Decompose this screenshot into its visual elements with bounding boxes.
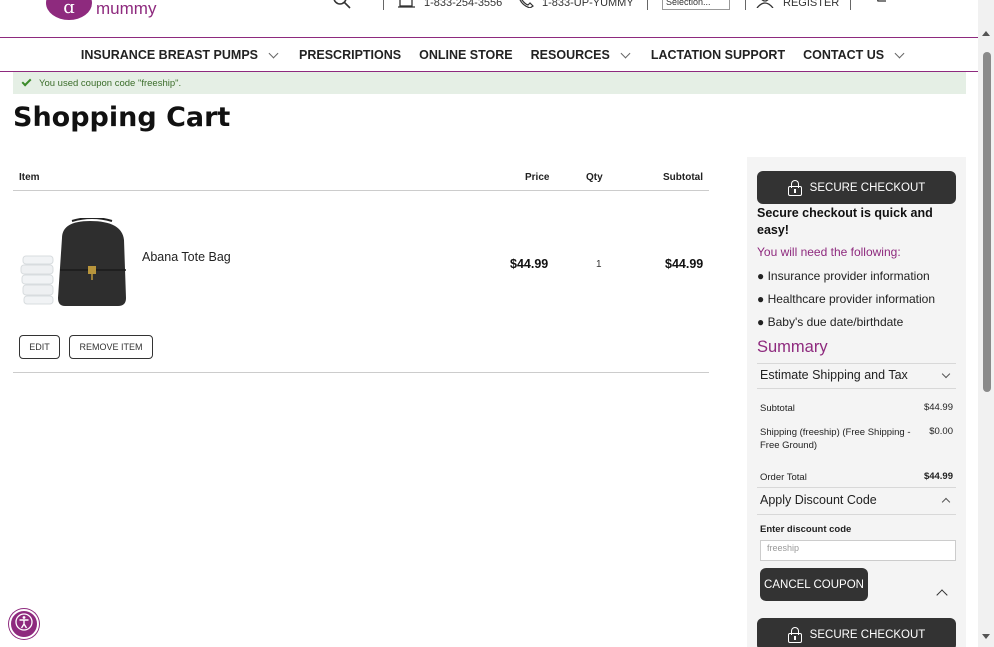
remove-item-button[interactable]: REMOVE ITEM [69, 335, 153, 359]
chevron-down-icon [894, 48, 905, 58]
requirements-heading: You will need the following: [757, 245, 901, 259]
nav-resources[interactable]: RESOURCES [531, 48, 633, 62]
nav-label: INSURANCE BREAST PUMPS [80, 47, 258, 62]
nav-label: RESOURCES [530, 47, 610, 62]
phone-alt-link[interactable]: 1-833-UP-YUMMY [518, 0, 634, 11]
product-image[interactable] [20, 217, 128, 310]
user-icon [755, 0, 775, 11]
secure-checkout-label: SECURE CHECKOUT [809, 181, 926, 194]
divider [850, 0, 851, 10]
requirement-item: ● Insurance provider information [757, 269, 930, 283]
secure-checkout-button-bottom[interactable]: SECURE CHECKOUT [757, 618, 956, 647]
phone-number: 1-833-254-3556 [424, 0, 503, 9]
edit-button[interactable]: EDIT [19, 335, 60, 359]
scroll-down-icon[interactable] [982, 634, 990, 639]
nav-contact-us[interactable]: CONTACT US [803, 48, 907, 62]
subtotal-label: Subtotal [760, 403, 795, 414]
success-message-text: You used coupon code "freeship". [39, 77, 182, 89]
shipping-value: $0.00 [929, 426, 953, 437]
summary-divider [757, 388, 956, 389]
logo[interactable]: ɑ mummy [46, 0, 156, 20]
top-header: ɑ mummy 1-833-254-3556 1-833-UP-YUMMY Se… [0, 0, 978, 38]
secure-checkout-label: SECURE CHECKOUT [809, 628, 926, 641]
register-label: REGISTER [783, 0, 840, 9]
summary-divider [757, 363, 956, 364]
secure-checkout-button[interactable]: SECURE CHECKOUT [757, 171, 956, 204]
nav-label: PRESCRIPTIONS [299, 47, 402, 62]
logo-text: mummy [96, 0, 157, 18]
divider [745, 0, 746, 10]
estimate-shipping-toggle[interactable]: Estimate Shipping and Tax [760, 368, 908, 382]
column-header-subtotal: Subtotal [663, 172, 703, 183]
requirement-text: Baby's due date/birthdate [767, 315, 904, 329]
lock-icon [787, 179, 802, 196]
chevron-down-icon [268, 48, 279, 58]
search-icon[interactable] [332, 0, 352, 14]
divider [383, 0, 384, 10]
column-header-qty: Qty [586, 172, 603, 183]
subtotal-value: $44.99 [923, 402, 953, 413]
page-title: Shopping Cart [13, 102, 231, 133]
product-name[interactable]: Abana Tote Bag [142, 250, 231, 264]
discount-code-input[interactable]: freeship [760, 540, 956, 561]
column-header-item: Item [19, 172, 40, 183]
requirement-item: ● Healthcare provider information [757, 292, 936, 306]
order-total-value: $44.99 [923, 471, 953, 482]
register-link[interactable]: REGISTER [755, 0, 839, 11]
requirement-item: ● Baby's due date/birthdate [757, 315, 904, 329]
nav-insurance-breast-pumps[interactable]: INSURANCE BREAST PUMPS [81, 48, 281, 62]
scrollbar-thumb[interactable] [983, 52, 991, 392]
cart-link[interactable] [872, 0, 894, 9]
nav-label: CONTACT US [803, 47, 885, 62]
chevron-down-icon [620, 48, 631, 58]
checkmark-icon [21, 76, 32, 87]
nav-online-store[interactable]: ONLINE STORE [419, 48, 513, 62]
order-total-label: Order Total [760, 472, 807, 483]
accessibility-button[interactable] [9, 609, 39, 639]
language-select[interactable]: Selection... [662, 0, 730, 10]
product-subtotal: $44.99 [665, 257, 704, 271]
nav-lactation-support[interactable]: LACTATION SUPPORT [651, 48, 785, 62]
nav-prescriptions[interactable]: PRESCRIPTIONS [299, 48, 401, 62]
success-message: You used coupon code "freeship". [13, 72, 966, 94]
table-divider [13, 372, 709, 373]
phone-link[interactable]: 1-833-254-3556 [398, 0, 502, 11]
nav-label: LACTATION SUPPORT [650, 47, 786, 62]
table-divider [13, 190, 709, 191]
main-nav: INSURANCE BREAST PUMPS PRESCRIPTIONS ONL… [0, 38, 978, 71]
checkout-info-heading: Secure checkout is quick and easy! [757, 206, 933, 237]
logo-mark: ɑ [46, 0, 92, 20]
apply-discount-toggle[interactable]: Apply Discount Code [760, 493, 877, 507]
cancel-coupon-button[interactable]: CANCEL COUPON [760, 568, 868, 601]
column-header-price: Price [525, 172, 550, 183]
quantity-input[interactable]: 1 [596, 259, 602, 270]
phone-number-alt: 1-833-UP-YUMMY [542, 0, 634, 9]
fax-icon [398, 0, 416, 11]
product-price: $44.99 [510, 257, 549, 271]
phone-icon [518, 0, 534, 11]
summary-divider [757, 487, 956, 488]
requirement-text: Insurance provider information [767, 269, 930, 283]
shipping-label: Shipping (freeship) (Free Shipping - Fre… [760, 427, 911, 451]
accessibility-icon [15, 613, 33, 635]
lock-icon [787, 626, 802, 643]
divider [647, 0, 648, 10]
discount-code-label: Enter discount code [760, 524, 852, 535]
nav-label: ONLINE STORE [419, 47, 513, 62]
requirement-text: Healthcare provider information [767, 292, 936, 306]
summary-divider [757, 514, 956, 515]
scroll-up-icon[interactable] [982, 31, 990, 36]
summary-title: Summary [757, 338, 828, 356]
cart-icon [872, 0, 894, 9]
